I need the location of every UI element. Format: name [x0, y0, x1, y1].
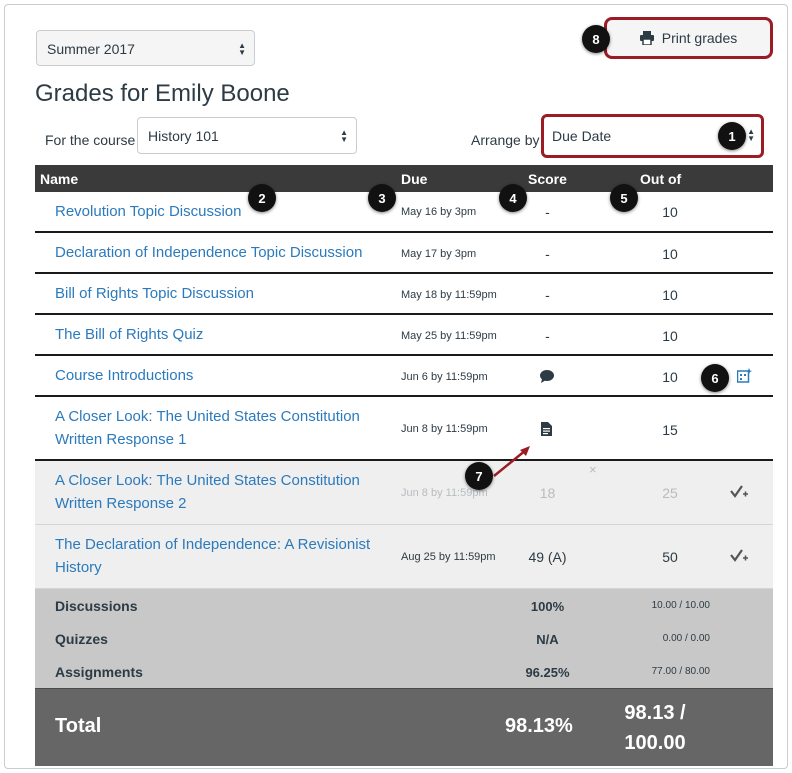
- document-icon[interactable]: [541, 422, 552, 436]
- total-row: Total 98.13% 98.13 / 100.00: [35, 688, 773, 766]
- due-date: May 16 by 3pm: [401, 206, 477, 218]
- out-of: 10: [662, 287, 678, 303]
- total-label: Total: [55, 715, 102, 737]
- select-arrows-icon: ▲ ▼: [747, 127, 755, 143]
- score: -: [545, 287, 550, 303]
- assignment-link[interactable]: A Closer Look: The United States Constit…: [55, 469, 395, 515]
- table-row: Declaration of Independence Topic Discus…: [35, 233, 773, 274]
- grades-table: Name Due Score Out of Revolution Topic D…: [35, 165, 773, 766]
- arrange-label: Arrange by: [471, 132, 540, 148]
- annotation-badge-4: 4: [499, 184, 527, 212]
- annotation-badge-1: 1: [718, 122, 746, 150]
- group-percent: 100%: [530, 599, 565, 614]
- group-name: Discussions: [55, 598, 138, 614]
- out-of: 25: [662, 485, 678, 501]
- table-header: Name Due Score Out of: [35, 165, 773, 192]
- due-date: May 25 by 11:59pm: [401, 330, 497, 342]
- assignment-link[interactable]: The Bill of Rights Quiz: [55, 323, 395, 346]
- total-fraction-bottom: 100.00: [624, 732, 686, 754]
- close-icon[interactable]: ×: [589, 462, 597, 477]
- due-date: May 18 by 11:59pm: [401, 289, 497, 301]
- out-of: 10: [662, 246, 678, 262]
- header-name[interactable]: Name: [40, 171, 78, 187]
- group-fraction: 0.00 / 0.00: [662, 633, 710, 644]
- course-label: For the course: [45, 132, 136, 148]
- group-percent: 96.25%: [525, 665, 570, 680]
- group-fraction: 10.00 / 10.00: [651, 600, 710, 611]
- due-date: Jun 8 by 11:59pm: [401, 423, 488, 435]
- out-of: 10: [662, 369, 678, 385]
- table-row: A Closer Look: The United States Constit…: [35, 461, 773, 525]
- assignment-link[interactable]: Declaration of Independence Topic Discus…: [55, 241, 415, 264]
- group-fraction: 77.00 / 80.00: [651, 666, 710, 677]
- annotation-badge-5: 5: [610, 184, 638, 212]
- header-score[interactable]: Score: [528, 171, 567, 187]
- print-grades-label: Print grades: [661, 30, 738, 46]
- group-percent: N/A: [536, 632, 559, 647]
- group-name: Quizzes: [55, 631, 108, 647]
- total-fraction-top: 98.13 /: [624, 702, 686, 724]
- due-date: Jun 6 by 11:59pm: [401, 371, 488, 383]
- arrange-select-value: Due Date: [552, 128, 612, 144]
- annotation-badge-3: 3: [368, 184, 396, 212]
- table-row: A Closer Look: The United States Constit…: [35, 397, 773, 461]
- select-arrows-icon: ▲ ▼: [340, 128, 348, 144]
- table-row: The Bill of Rights Quiz May 25 by 11:59p…: [35, 315, 773, 356]
- out-of: 10: [662, 328, 678, 344]
- printer-icon: [639, 31, 654, 45]
- course-select[interactable]: History 101 ▲ ▼: [137, 117, 357, 154]
- table-row: The Declaration of Independence: A Revis…: [35, 525, 773, 589]
- annotation-badge-2: 2: [248, 184, 276, 212]
- what-if-score-icon[interactable]: [730, 548, 748, 564]
- assignment-link[interactable]: Bill of Rights Topic Discussion: [55, 282, 395, 305]
- total-percent: 98.13%: [505, 715, 573, 737]
- out-of: 50: [662, 549, 678, 565]
- assignment-link[interactable]: A Closer Look: The United States Constit…: [55, 405, 395, 451]
- out-of: 10: [662, 204, 678, 220]
- assignment-link[interactable]: The Declaration of Independence: A Revis…: [55, 533, 395, 579]
- table-row: Course Introductions Jun 6 by 11:59pm 10: [35, 356, 773, 397]
- annotation-badge-6: 6: [701, 364, 729, 392]
- due-date: Aug 25 by 11:59pm: [401, 551, 496, 563]
- score: -: [545, 246, 550, 262]
- due-date: May 17 by 3pm: [401, 248, 477, 260]
- assignment-link[interactable]: Revolution Topic Discussion: [55, 200, 395, 223]
- page-title: Grades for Emily Boone: [35, 80, 290, 107]
- header-out-of[interactable]: Out of: [640, 171, 681, 187]
- term-select-value: Summer 2017: [47, 41, 135, 57]
- score: 18: [539, 485, 556, 501]
- what-if-score-icon[interactable]: [730, 484, 748, 500]
- table-row: Bill of Rights Topic Discussion May 18 b…: [35, 274, 773, 315]
- annotation-badge-7: 7: [465, 462, 493, 490]
- out-of: 15: [662, 422, 678, 438]
- what-if-icon[interactable]: [737, 368, 752, 383]
- group-summary: Discussions 100% 10.00 / 10.00 Quizzes N…: [35, 589, 773, 688]
- total-fraction: 98.13 / 100.00: [595, 698, 715, 758]
- score: -: [545, 328, 550, 344]
- annotation-badge-8: 8: [582, 25, 610, 53]
- term-select[interactable]: Summer 2017 ▲ ▼: [36, 30, 255, 66]
- select-arrows-icon: ▲ ▼: [238, 41, 246, 57]
- group-name: Assignments: [55, 664, 143, 680]
- score: 49 (A): [528, 549, 567, 565]
- course-select-value: History 101: [148, 128, 219, 144]
- table-row: Revolution Topic Discussion May 16 by 3p…: [35, 192, 773, 233]
- annotation-arrow: [493, 446, 530, 477]
- header-due[interactable]: Due: [401, 171, 427, 187]
- comment-icon[interactable]: [540, 370, 554, 383]
- assignment-link[interactable]: Course Introductions: [55, 364, 395, 387]
- print-grades-button[interactable]: Print grades: [604, 17, 773, 59]
